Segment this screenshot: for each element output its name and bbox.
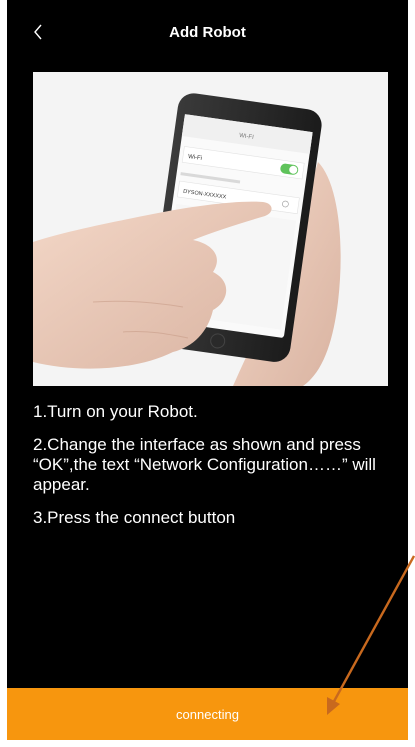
add-robot-screen: Add Robot WI-FI Wi-Fi DYSON-XXXXXX 1.Tur…	[7, 0, 408, 740]
instruction-step-1: 1.Turn on your Robot.	[33, 402, 198, 421]
instruction-step-3: 3.Press the connect button	[33, 508, 236, 527]
page-title: Add Robot	[169, 24, 246, 41]
instruction-illustration: WI-FI Wi-Fi DYSON-XXXXXX	[33, 72, 388, 386]
hand-holding-phone-image: WI-FI Wi-Fi DYSON-XXXXXX	[33, 72, 388, 386]
connecting-button[interactable]: connecting	[7, 688, 408, 740]
instructions: 1.Turn on your Robot. 2.Change the inter…	[33, 402, 393, 541]
connecting-label: connecting	[176, 706, 239, 722]
instruction-step-2: 2.Change the interface as shown and pres…	[33, 435, 376, 494]
header: Add Robot	[7, 0, 408, 64]
